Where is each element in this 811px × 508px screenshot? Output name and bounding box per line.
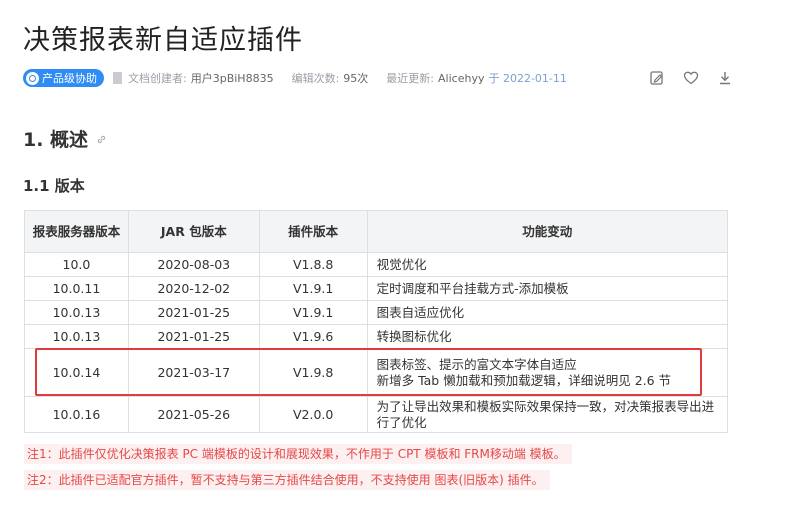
jar-version-cell: 2021-03-17 (127, 348, 260, 397)
jar-version-cell: 2021-05-26 (127, 396, 260, 433)
doc-actions (649, 68, 733, 88)
link-icon[interactable] (96, 128, 107, 150)
section-heading-overview: 1. 概述 (23, 125, 107, 152)
column-header: JAR 包版本 (127, 210, 260, 253)
column-header: 功能变动 (366, 210, 729, 253)
change-line: 新增多 Tab 懒加载和预加载逻辑，详细说明见 2.6 节 (376, 372, 672, 388)
plugin-version-cell: V2.0.0 (258, 396, 368, 433)
change-cell: 图表自适应优化 (366, 300, 729, 325)
column-header: 插件版本 (258, 210, 368, 253)
jar-version-cell: 2020-08-03 (127, 252, 260, 277)
plugin-version-cell: V1.9.1 (258, 276, 368, 301)
table-row: 10.0.13 2021-01-25 V1.9.1 图表自适应优化 (24, 300, 729, 325)
updated-date: 于 2022-01-11 (488, 72, 567, 85)
updated-by[interactable]: Alicehyy (438, 72, 484, 85)
doc-meta: 产品级协助 文档创建者: 用户3pBiH8835 编辑次数: 95次 最近更新:… (23, 68, 733, 88)
doc-icon (113, 72, 122, 84)
section-heading-version: 1.1 版本 (23, 177, 85, 195)
table-row: 10.0.13 2021-01-25 V1.9.6 转换图标优化 (24, 324, 729, 349)
plugin-version-cell: V1.8.8 (258, 252, 368, 277)
server-version-cell: 10.0.11 (24, 276, 129, 301)
table-row: 10.0.16 2021-05-26 V2.0.0 为了让导出效果和模板实际效果… (24, 396, 729, 433)
page-title: 决策报表新自适应插件 (23, 25, 303, 56)
edit-icon[interactable] (649, 70, 665, 86)
change-line: 图表标签、提示的富文本字体自适应 (376, 356, 577, 372)
change-line: 为了让导出效果和模板实际效果保持一致，对决策报表导出进 (376, 398, 715, 414)
server-version-cell: 10.0.13 (24, 300, 129, 325)
table-row-highlighted: 10.0.14 2021-03-17 V1.9.8 图表标签、提示的富文本字体自… (24, 348, 729, 397)
plugin-version-cell: V1.9.1 (258, 300, 368, 325)
table-row: 10.0.11 2020-12-02 V1.9.1 定时调度和平台挂载方式-添加… (24, 276, 729, 301)
jar-version-cell: 2021-01-25 (127, 324, 260, 349)
version-table: 报表服务器版本 JAR 包版本 插件版本 功能变动 10.0 2020-08-0… (24, 210, 729, 433)
column-header: 报表服务器版本 (24, 210, 129, 253)
server-version-cell: 10.0 (24, 252, 129, 277)
creator-label: 文档创建者: (128, 72, 187, 85)
edit-count: 95次 (343, 72, 369, 85)
product-badge[interactable]: 产品级协助 (23, 69, 104, 87)
creator-name[interactable]: 用户3pBiH8835 (191, 70, 274, 86)
change-line: 行了优化 (376, 414, 427, 430)
server-version-cell: 10.0.16 (24, 396, 129, 433)
server-version-cell: 10.0.14 (24, 348, 129, 397)
table-row: 10.0 2020-08-03 V1.8.8 视觉优化 (24, 252, 729, 277)
jar-version-cell: 2021-01-25 (127, 300, 260, 325)
heart-icon[interactable] (683, 70, 699, 86)
badge-label: 产品级协助 (42, 72, 97, 85)
plugin-version-cell: V1.9.8 (258, 348, 368, 397)
plugin-version-cell: V1.9.6 (258, 324, 368, 349)
change-cell: 视觉优化 (366, 252, 729, 277)
jar-version-cell: 2020-12-02 (127, 276, 260, 301)
change-cell: 为了让导出效果和模板实际效果保持一致，对决策报表导出进 行了优化 (366, 396, 729, 433)
server-version-cell: 10.0.13 (24, 324, 129, 349)
note-1: 注1：此插件仅优化决策报表 PC 端模板的设计和展现效果，不作用于 CPT 模板… (24, 444, 572, 464)
table-header-row: 报表服务器版本 JAR 包版本 插件版本 功能变动 (24, 210, 729, 253)
contributor-icon (26, 71, 39, 85)
download-icon[interactable] (717, 70, 733, 86)
change-cell: 定时调度和平台挂载方式-添加模板 (366, 276, 729, 301)
edits-label: 编辑次数: (291, 72, 340, 85)
section-heading-text: 1. 概述 (23, 129, 89, 151)
updated-label: 最近更新: (386, 72, 435, 85)
note-2: 注2：此插件已适配官方插件，暂不支持与第三方插件结合使用，不支持使用 图表(旧版… (24, 470, 550, 490)
change-cell: 图表标签、提示的富文本字体自适应 新增多 Tab 懒加载和预加载逻辑，详细说明见… (366, 348, 729, 397)
change-cell: 转换图标优化 (366, 324, 729, 349)
